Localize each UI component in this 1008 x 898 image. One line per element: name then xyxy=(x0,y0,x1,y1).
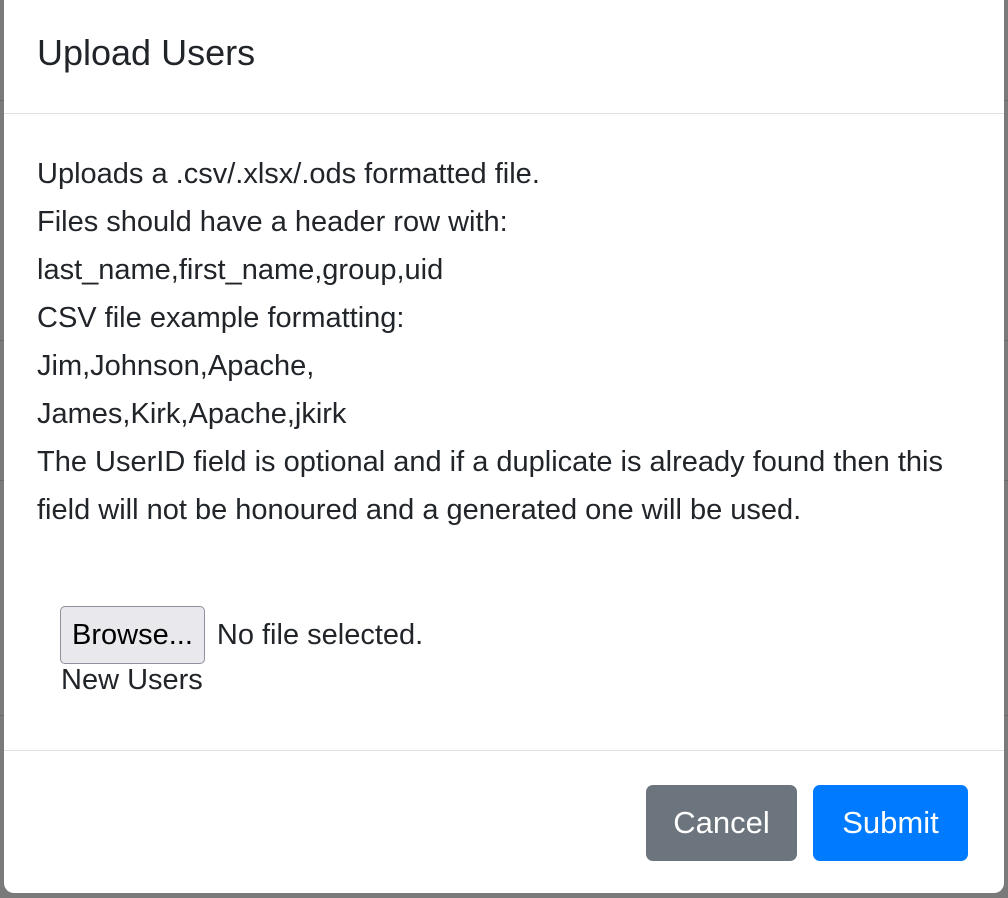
instruction-line: Jim,Johnson,Apache, xyxy=(37,350,315,382)
file-input[interactable]: Browse... No file selected. xyxy=(60,605,423,665)
browse-button[interactable]: Browse... xyxy=(60,606,205,664)
userid-note: The UserID field is optional and if a du… xyxy=(37,446,943,526)
instruction-line: CSV file example formatting: xyxy=(37,302,405,334)
instruction-line: last_name,first_name,group,uid xyxy=(37,254,444,286)
cancel-button[interactable]: Cancel xyxy=(646,785,797,861)
modal-body: Uploads a .csv/.xlsx/.ods formatted file… xyxy=(37,150,977,534)
file-status: No file selected. xyxy=(216,618,424,651)
modal-title: Upload Users xyxy=(37,32,256,73)
instruction-line: Uploads a .csv/.xlsx/.ods formatted file… xyxy=(37,158,540,190)
upload-users-modal: Upload Users Uploads a .csv/.xlsx/.ods f… xyxy=(4,0,1004,893)
instruction-line: James,Kirk,Apache,jkirk xyxy=(37,398,347,430)
submit-button[interactable]: Submit xyxy=(813,785,968,861)
file-input-label[interactable]: New Users xyxy=(61,660,203,700)
modal-header: Upload Users xyxy=(4,0,1004,114)
modal-footer: Cancel Submit xyxy=(4,750,1004,893)
instruction-line: Files should have a header row with: xyxy=(37,206,508,238)
